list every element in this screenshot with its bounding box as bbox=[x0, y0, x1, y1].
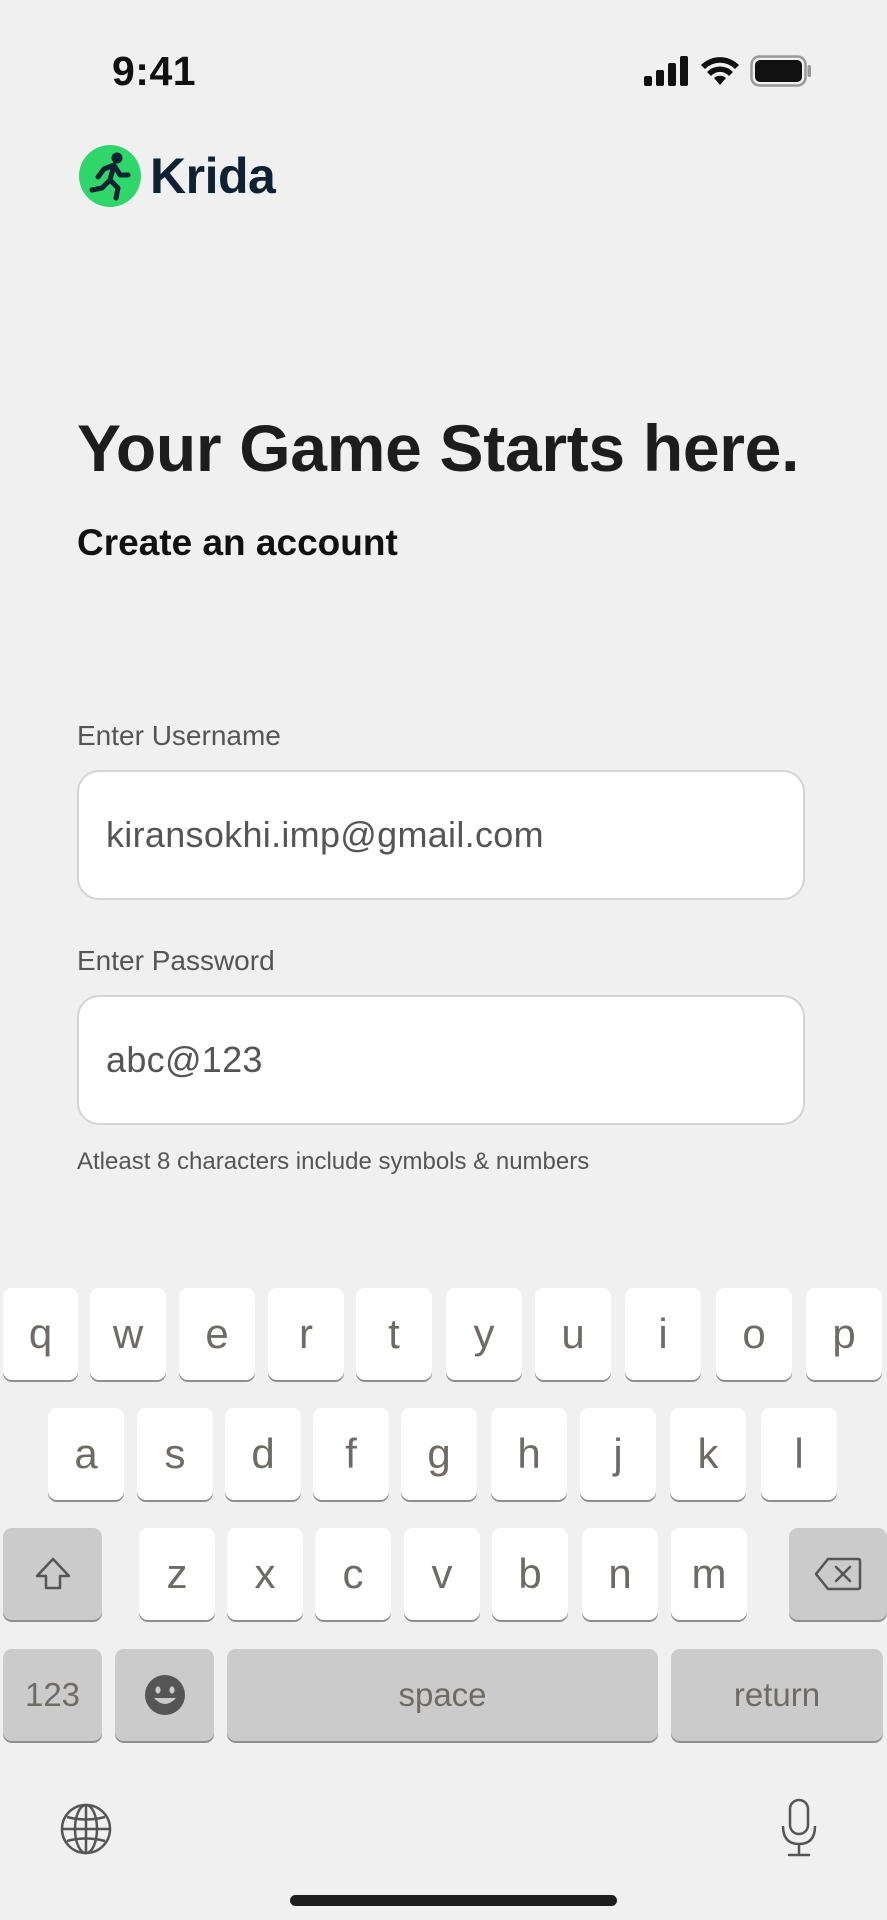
space-key[interactable]: space bbox=[227, 1649, 658, 1741]
brand-logo: Krida bbox=[78, 144, 276, 208]
key-w[interactable]: w bbox=[90, 1288, 166, 1380]
key-p[interactable]: p bbox=[806, 1288, 882, 1380]
key-j[interactable]: j bbox=[580, 1408, 656, 1500]
shift-icon bbox=[35, 1557, 70, 1590]
key-k[interactable]: k bbox=[670, 1408, 746, 1500]
key-u[interactable]: u bbox=[535, 1288, 611, 1380]
password-label: Enter Password bbox=[77, 945, 275, 976]
backspace-icon bbox=[814, 1557, 862, 1591]
page-subtitle: Create an account bbox=[77, 522, 398, 563]
key-l[interactable]: l bbox=[761, 1408, 837, 1500]
username-label: Enter Username bbox=[77, 720, 281, 751]
password-input[interactable]: abc@123 bbox=[77, 995, 805, 1125]
key-r[interactable]: r bbox=[268, 1288, 344, 1380]
backspace-key[interactable] bbox=[789, 1528, 887, 1620]
numbers-key[interactable]: 123 bbox=[3, 1649, 102, 1741]
key-s[interactable]: s bbox=[137, 1408, 213, 1500]
key-t[interactable]: t bbox=[356, 1288, 432, 1380]
brand-name: Krida bbox=[150, 148, 276, 204]
key-m[interactable]: m bbox=[671, 1528, 747, 1620]
microphone-icon[interactable] bbox=[779, 1798, 819, 1858]
wifi-icon bbox=[701, 57, 739, 85]
key-c[interactable]: c bbox=[315, 1528, 391, 1620]
key-d[interactable]: d bbox=[225, 1408, 301, 1500]
battery-icon bbox=[750, 55, 811, 87]
key-v[interactable]: v bbox=[404, 1528, 480, 1620]
key-q[interactable]: q bbox=[3, 1288, 78, 1380]
emoji-key[interactable] bbox=[115, 1649, 214, 1741]
key-y[interactable]: y bbox=[446, 1288, 522, 1380]
runner-icon bbox=[79, 145, 141, 207]
cellular-signal-icon bbox=[644, 56, 688, 86]
shift-key[interactable] bbox=[3, 1528, 102, 1620]
key-x[interactable]: x bbox=[227, 1528, 303, 1620]
status-icons bbox=[644, 54, 812, 88]
key-e[interactable]: e bbox=[179, 1288, 255, 1380]
password-hint: Atleast 8 characters include symbols & n… bbox=[77, 1148, 590, 1175]
page-title: Your Game Starts here. bbox=[77, 411, 800, 485]
key-n[interactable]: n bbox=[582, 1528, 658, 1620]
password-value: abc@123 bbox=[106, 1039, 263, 1080]
key-z[interactable]: z bbox=[139, 1528, 215, 1620]
home-indicator[interactable] bbox=[290, 1895, 617, 1906]
return-key[interactable]: return bbox=[671, 1649, 883, 1741]
key-f[interactable]: f bbox=[313, 1408, 389, 1500]
key-i[interactable]: i bbox=[625, 1288, 701, 1380]
username-input[interactable]: kiransokhi.imp@gmail.com bbox=[77, 770, 805, 900]
username-value: kiransokhi.imp@gmail.com bbox=[106, 814, 544, 855]
key-g[interactable]: g bbox=[401, 1408, 477, 1500]
emoji-icon bbox=[144, 1675, 185, 1715]
globe-icon[interactable] bbox=[59, 1802, 113, 1856]
key-a[interactable]: a bbox=[48, 1408, 124, 1500]
key-h[interactable]: h bbox=[491, 1408, 567, 1500]
key-o[interactable]: o bbox=[716, 1288, 792, 1380]
status-time: 9:41 bbox=[112, 48, 197, 94]
key-b[interactable]: b bbox=[492, 1528, 568, 1620]
